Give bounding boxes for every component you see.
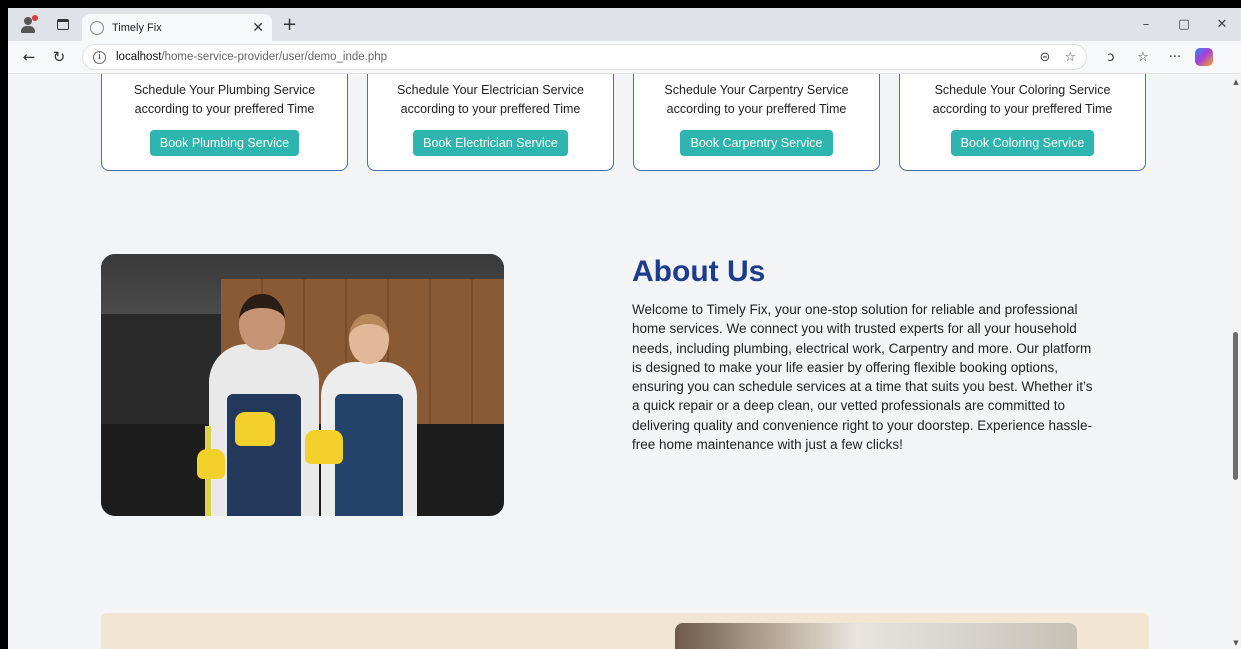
- extensions-icon[interactable]: ↄ: [1095, 50, 1127, 65]
- service-card-electrician: Schedule Your Electrician Service accord…: [367, 74, 614, 171]
- scroll-down-icon[interactable]: ▼: [1231, 639, 1241, 647]
- favorites-list-icon[interactable]: ☆: [1127, 50, 1159, 65]
- service-desc-line1: Schedule Your Coloring Service: [934, 83, 1111, 97]
- browser-window: Timely Fix ✕ + – ▢ ✕ ← ↻ i localhost /ho…: [8, 8, 1241, 649]
- about-photo: [101, 254, 504, 516]
- service-card-carpentry: Schedule Your Carpentry Service accordin…: [633, 74, 880, 171]
- book-electrician-button[interactable]: Book Electrician Service: [413, 130, 568, 156]
- reader-mode-icon[interactable]: ⊝: [1039, 50, 1050, 65]
- profile-icon[interactable]: [18, 14, 40, 36]
- new-tab-button[interactable]: +: [282, 14, 297, 35]
- about-title: About Us: [632, 255, 766, 288]
- copilot-icon[interactable]: [1195, 48, 1213, 66]
- globe-icon: [90, 20, 104, 35]
- minimize-button[interactable]: –: [1127, 17, 1165, 32]
- service-card-plumbing: Schedule Your Plumbing Service according…: [101, 74, 348, 171]
- next-section-photo: [675, 623, 1077, 649]
- book-coloring-button[interactable]: Book Coloring Service: [950, 130, 1095, 156]
- close-window-button[interactable]: ✕: [1203, 17, 1241, 32]
- navigation-bar: ← ↻ i localhost /home-service-provider/u…: [8, 41, 1241, 74]
- back-arrow-icon[interactable]: ←: [14, 48, 44, 66]
- site-info-icon[interactable]: i: [93, 50, 106, 64]
- address-bar[interactable]: i localhost /home-service-provider/user/…: [82, 44, 1087, 70]
- book-carpentry-button[interactable]: Book Carpentry Service: [680, 130, 833, 156]
- service-desc-line2: according to your preffered Time: [932, 102, 1113, 116]
- service-desc-line2: according to your preffered Time: [666, 102, 847, 116]
- service-desc-line1: Schedule Your Electrician Service: [397, 83, 584, 97]
- tab-strip: Timely Fix ✕ + – ▢ ✕: [8, 8, 1241, 41]
- book-plumbing-button[interactable]: Book Plumbing Service: [149, 130, 300, 156]
- scroll-up-icon[interactable]: ▲: [1231, 78, 1241, 86]
- about-text: Welcome to Timely Fix, your one-stop sol…: [632, 302, 1093, 453]
- scrollbar-thumb[interactable]: [1233, 332, 1238, 480]
- service-desc-line2: according to your preffered Time: [134, 102, 315, 116]
- tab-close-icon[interactable]: ✕: [252, 20, 264, 36]
- service-card-coloring: Schedule Your Coloring Service according…: [899, 74, 1146, 171]
- page-scrollbar[interactable]: ▲ ▼: [1231, 74, 1241, 649]
- service-desc-line2: according to your preffered Time: [400, 102, 581, 116]
- tab-timely-fix[interactable]: Timely Fix ✕: [82, 14, 272, 41]
- url-host: localhost: [116, 51, 162, 63]
- service-desc-line1: Schedule Your Carpentry Service: [664, 83, 849, 97]
- tab-actions-icon[interactable]: [52, 14, 74, 36]
- maximize-button[interactable]: ▢: [1165, 17, 1203, 32]
- page-viewport: Schedule Your Plumbing Service according…: [8, 74, 1241, 649]
- window-controls: – ▢ ✕: [1127, 8, 1241, 41]
- refresh-icon[interactable]: ↻: [44, 48, 74, 66]
- tab-title: Timely Fix: [112, 21, 162, 34]
- url-path: /home-service-provider/user/demo_inde.ph…: [161, 51, 388, 63]
- favorite-star-icon[interactable]: ☆: [1064, 50, 1076, 65]
- more-menu-icon[interactable]: ···: [1159, 50, 1191, 65]
- toolbar-icons: ↄ ☆ ···: [1095, 48, 1213, 66]
- service-desc-line1: Schedule Your Plumbing Service: [133, 83, 316, 97]
